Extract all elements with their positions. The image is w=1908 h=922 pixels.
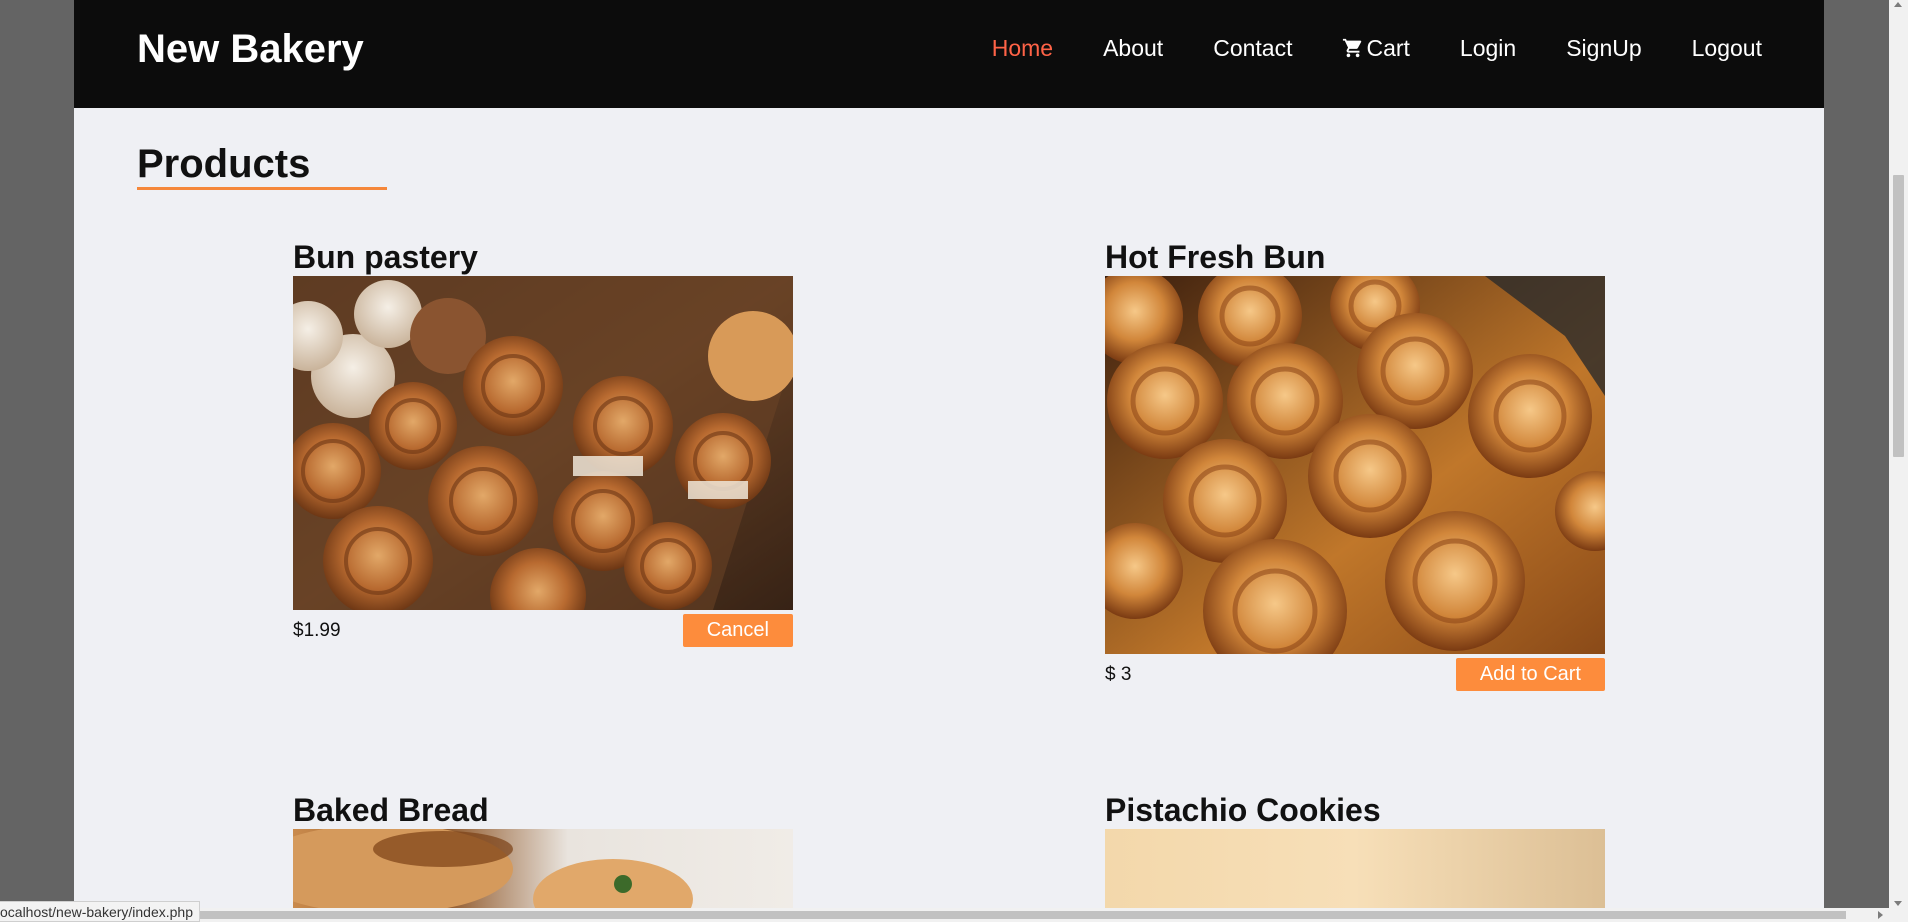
scroll-right-arrow-icon[interactable]: [1878, 911, 1883, 919]
product-card: Pistachio Cookies: [1105, 793, 1605, 922]
nav-logout-link[interactable]: Logout: [1692, 32, 1762, 64]
title-underline: [137, 187, 387, 190]
product-card: Baked Bread: [293, 793, 793, 922]
nav-menu: Home About Contact Cart Login SignUp Log…: [992, 32, 1762, 64]
nav-signup-link[interactable]: SignUp: [1566, 32, 1641, 64]
product-name: Pistachio Cookies: [1105, 792, 1381, 828]
section-title: Products: [137, 142, 311, 186]
product-price: $ 3: [1105, 664, 1132, 685]
product-footer: $1.99 Cancel: [293, 614, 793, 654]
product-name: Bun pastery: [293, 239, 478, 275]
nav-login-link[interactable]: Login: [1460, 32, 1516, 64]
nav-cart-link[interactable]: Cart: [1342, 32, 1410, 64]
product-card: Bun pastery $1.99 Cancel: [293, 240, 793, 654]
product-name: Baked Bread: [293, 792, 489, 828]
product-image[interactable]: [293, 276, 793, 610]
nav-cart-label: Cart: [1366, 35, 1410, 61]
cancel-button[interactable]: Cancel: [682, 614, 793, 647]
horizontal-scrollbar[interactable]: [0, 908, 1889, 922]
scroll-up-arrow-icon[interactable]: [1894, 2, 1902, 7]
product-card: Hot Fresh Bun $ 3 Add to Cart: [1105, 240, 1605, 698]
scrollbar-thumb[interactable]: [1893, 175, 1904, 457]
scroll-down-arrow-icon[interactable]: [1894, 901, 1902, 906]
navbar: New Bakery Home About Contact Cart Login…: [74, 0, 1824, 108]
product-image[interactable]: [1105, 276, 1605, 654]
shopping-cart-icon: [1343, 38, 1362, 58]
product-price: $1.99: [293, 620, 341, 641]
add-to-cart-button[interactable]: Add to Cart: [1455, 658, 1605, 691]
status-bar-url: ocalhost/new-bakery/index.php: [0, 901, 201, 922]
nav-about-link[interactable]: About: [1103, 32, 1163, 64]
product-name: Hot Fresh Bun: [1105, 239, 1326, 275]
horizontal-scrollbar-thumb[interactable]: [16, 911, 1846, 919]
nav-home-link[interactable]: Home: [992, 32, 1053, 64]
nav-contact-link[interactable]: Contact: [1213, 32, 1292, 64]
brand-logo[interactable]: New Bakery: [137, 26, 364, 72]
page-content: New Bakery Home About Contact Cart Login…: [74, 0, 1824, 922]
product-footer: $ 3 Add to Cart: [1105, 658, 1605, 698]
vertical-scrollbar[interactable]: [1889, 0, 1908, 922]
